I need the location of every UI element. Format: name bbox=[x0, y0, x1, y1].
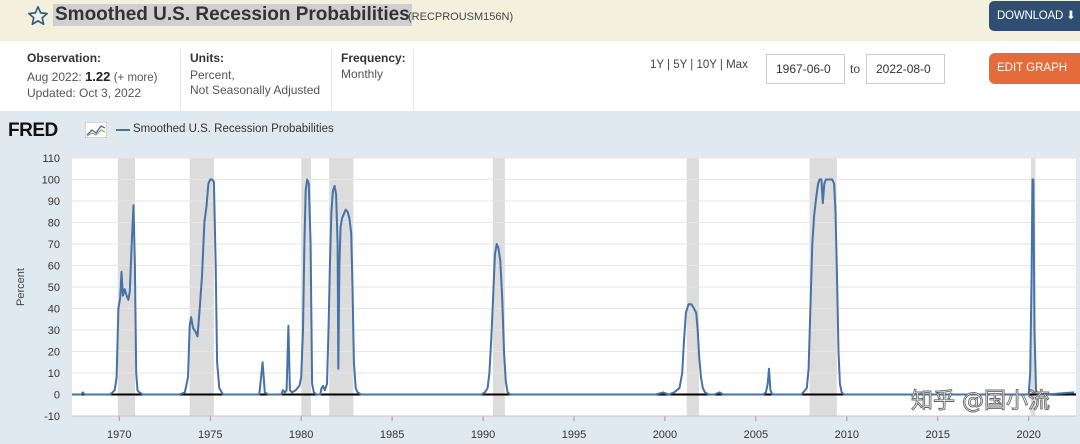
x-tick-label: 2020 bbox=[1016, 429, 1040, 441]
line-chart: -10 0 10 20 30 40 50 60 70 80 90 100 110 1970 1975 1980… bbox=[15, 153, 1076, 441]
y-tick-label: 0 bbox=[54, 390, 60, 402]
y-tick-label: 80 bbox=[48, 218, 60, 230]
x-tick-label: 1970 bbox=[107, 429, 131, 441]
y-tick-label: 90 bbox=[48, 196, 60, 208]
y-tick-label: 50 bbox=[48, 282, 60, 294]
y-tick-label: 110 bbox=[42, 153, 60, 165]
y-tick-label: 10 bbox=[48, 368, 60, 380]
y-axis-label: Percent bbox=[15, 268, 27, 306]
x-tick-label: 2005 bbox=[744, 429, 768, 441]
x-tick-label: 2000 bbox=[653, 429, 677, 441]
x-tick-label: 2010 bbox=[835, 429, 859, 441]
x-tick-label: 2015 bbox=[926, 429, 950, 441]
x-tick-label: 1990 bbox=[471, 429, 495, 441]
x-tick-label: 1995 bbox=[562, 429, 586, 441]
watermark-text: 知乎 @国小流 bbox=[911, 389, 1050, 414]
x-tick-label: 1985 bbox=[380, 429, 404, 441]
y-tick-label: 30 bbox=[48, 325, 60, 337]
y-tick-label: 40 bbox=[48, 304, 60, 316]
y-tick-label: 20 bbox=[48, 347, 60, 359]
y-tick-label: 60 bbox=[48, 261, 60, 273]
y-tick-label: 70 bbox=[48, 239, 60, 251]
y-tick-label: 100 bbox=[42, 175, 60, 187]
x-tick-label: 1975 bbox=[198, 429, 222, 441]
x-tick-label: 1980 bbox=[289, 429, 313, 441]
y-tick-label: -10 bbox=[44, 411, 60, 423]
